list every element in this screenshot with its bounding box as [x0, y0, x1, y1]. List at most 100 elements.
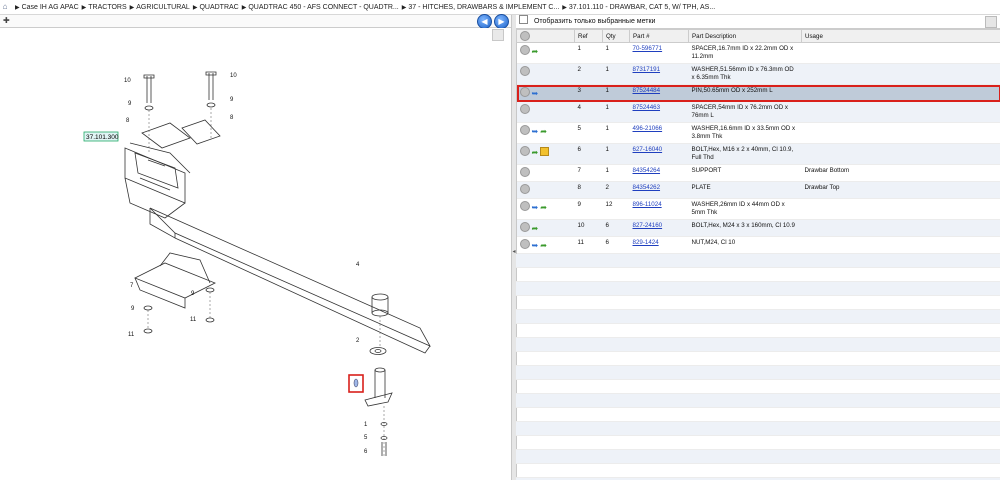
add-to-cart-icon[interactable]	[520, 201, 530, 211]
part-number-link[interactable]: 70-596771	[633, 45, 663, 52]
add-to-cart-icon[interactable]	[520, 125, 530, 135]
column-header-usage[interactable]: Usage	[802, 30, 1000, 43]
part-number-link[interactable]: 87317191	[633, 66, 661, 73]
diagram-ref[interactable]: 9	[191, 291, 195, 297]
table-row[interactable]: ➥➦51496-21066WASHER,16.6mm ID x 33.5mm O…	[517, 123, 1000, 144]
diagram-ref[interactable]: 8	[230, 115, 234, 121]
part-number-cell: 829-1424	[630, 237, 689, 254]
usage-cell: Drawbar Top	[802, 182, 1000, 199]
column-header-qty[interactable]: Qty	[603, 30, 630, 43]
column-header-part[interactable]: Part #	[630, 30, 689, 43]
table-row[interactable]: ➦106827-24160BOLT,Hex, M24 x 3 x 160mm, …	[517, 220, 1000, 237]
substitute-arrow-icon[interactable]: ➦	[540, 128, 547, 136]
list-menu-button[interactable]	[985, 16, 997, 28]
part-number-link[interactable]: 84354264	[633, 167, 661, 174]
substitute-arrow-icon[interactable]: ➦	[532, 225, 539, 233]
diagram-ref[interactable]: 9	[131, 306, 135, 312]
table-row[interactable]: 4187524463SPACER,54mm ID x 76.2mm OD x 7…	[517, 102, 1000, 123]
add-to-cart-icon[interactable]	[520, 167, 530, 177]
info-arrow-icon[interactable]: ➥	[532, 90, 539, 98]
table-row[interactable]: ➥3187524484PIN,50.65mm OD x 252mm L	[517, 85, 1000, 102]
row-icons: ➥➦	[517, 237, 575, 254]
add-to-cart-icon[interactable]	[520, 104, 530, 114]
show-selected-label: Отобразить только выбранные метки	[534, 18, 655, 25]
diagram-ref[interactable]: 11	[128, 332, 135, 338]
add-to-cart-icon[interactable]	[520, 45, 530, 55]
part-number-link[interactable]: 84354262	[633, 184, 661, 191]
info-arrow-icon[interactable]: ➥	[532, 204, 539, 212]
forward-arrow-icon[interactable]: ▶	[494, 14, 509, 29]
substitute-arrow-icon[interactable]: ➦	[540, 242, 547, 250]
parts-table: Ref Qty Part # Part Description Usage ➦1…	[516, 29, 1000, 254]
diagram-ref[interactable]: 1	[364, 422, 368, 428]
diagram-ref[interactable]: 10	[230, 73, 237, 79]
diagram-ref[interactable]: 4	[356, 262, 360, 268]
breadcrumb-item[interactable]: 37.101.110 - DRAWBAR, CAT 5, W/ TPH, AS.…	[569, 4, 715, 11]
breadcrumb-item[interactable]: Case IH AG APAC	[22, 4, 79, 11]
qty-cell: 2	[603, 182, 630, 199]
part-number-link[interactable]: 827-24160	[633, 222, 663, 229]
breadcrumb-separator-icon: ▶	[15, 5, 20, 11]
diagram-ref[interactable]: 7	[130, 283, 134, 289]
description-cell: BOLT,Hex, M24 x 3 x 160mm, Cl 10.9	[689, 220, 802, 237]
info-arrow-icon[interactable]: ➥	[532, 242, 539, 250]
select-all-icon[interactable]	[520, 31, 530, 41]
diagram-ref[interactable]: 8	[126, 118, 130, 124]
diagram-ref[interactable]: 6	[364, 449, 368, 455]
part-number-link[interactable]: 627-16040	[633, 146, 663, 153]
part-number-link[interactable]: 87524484	[633, 87, 661, 94]
expand-icon[interactable]: ✚	[3, 16, 12, 25]
part-number-cell: 827-24160	[630, 220, 689, 237]
column-header-ref[interactable]: Ref	[575, 30, 603, 43]
table-row[interactable]: 2187317191WASHER,51.56mm ID x 76.3mm OD …	[517, 64, 1000, 85]
note-icon[interactable]	[540, 147, 549, 156]
description-cell: NUT,M24, Cl 10	[689, 237, 802, 254]
column-header-icons[interactable]	[517, 30, 575, 43]
part-number-cell: 84354264	[630, 165, 689, 182]
show-selected-checkbox[interactable]	[519, 15, 528, 24]
column-header-description[interactable]: Part Description	[689, 30, 802, 43]
part-number-link[interactable]: 896-11024	[633, 201, 662, 208]
breadcrumb-item[interactable]: 37 - HITCHES, DRAWBARS & IMPLEMENT C...	[408, 4, 559, 11]
diagram-ref[interactable]: 11	[190, 317, 197, 323]
breadcrumb-item[interactable]: QUADTRAC 450 - AFS CONNECT - QUADTR...	[248, 4, 398, 11]
part-number-link[interactable]: 496-21066	[633, 125, 663, 132]
add-to-cart-icon[interactable]	[520, 184, 530, 194]
substitute-arrow-icon[interactable]: ➦	[540, 204, 547, 212]
table-row[interactable]: 7184354264SUPPORTDrawbar Bottom	[517, 165, 1000, 182]
row-icons: ➥➦	[517, 199, 575, 220]
table-row[interactable]: 8284354262PLATEDrawbar Top	[517, 182, 1000, 199]
substitute-arrow-icon[interactable]: ➦	[532, 48, 539, 56]
add-to-cart-icon[interactable]	[520, 146, 530, 156]
back-arrow-icon[interactable]: ◀	[477, 14, 492, 29]
breadcrumb-item[interactable]: AGRICULTURAL	[136, 4, 190, 11]
home-icon[interactable]: ⌂	[0, 0, 10, 14]
breadcrumb-item[interactable]: TRACTORS	[88, 4, 126, 11]
breadcrumb-item[interactable]: QUADTRAC	[199, 4, 238, 11]
empty-row	[516, 254, 1000, 268]
diagram-ref[interactable]: 9	[230, 97, 234, 103]
table-row[interactable]: ➥➦116829-1424NUT,M24, Cl 10	[517, 237, 1000, 254]
add-to-cart-icon[interactable]	[520, 66, 530, 76]
diagram-ref[interactable]: 9	[128, 101, 132, 107]
add-to-cart-icon[interactable]	[520, 239, 530, 249]
empty-row	[516, 324, 1000, 338]
ref-cell: 5	[575, 123, 603, 144]
table-row[interactable]: ➦1170-596771SPACER,16.7mm ID x 22.2mm OD…	[517, 43, 1000, 64]
substitute-arrow-icon[interactable]: ➦	[532, 149, 539, 157]
diagram-ref[interactable]: 10	[124, 78, 131, 84]
part-number-link[interactable]: 87524463	[633, 104, 661, 111]
add-to-cart-icon[interactable]	[520, 222, 530, 232]
table-row[interactable]: ➦61627-16040BOLT,Hex, M16 x 2 x 40mm, Cl…	[517, 144, 1000, 165]
part-number-link[interactable]: 829-1424	[633, 239, 659, 246]
empty-row	[516, 380, 1000, 394]
ref-cell: 4	[575, 102, 603, 123]
info-arrow-icon[interactable]: ➥	[532, 128, 539, 136]
diagram-ref[interactable]: 2	[356, 338, 360, 344]
diagram-ref[interactable]: 5	[364, 435, 368, 441]
table-row[interactable]: ➥➦912896-11024WASHER,26mm ID x 44mm OD x…	[517, 199, 1000, 220]
empty-row	[516, 310, 1000, 324]
breadcrumb-separator-icon: ▶	[562, 5, 567, 11]
add-to-cart-icon[interactable]	[520, 87, 530, 97]
diagram-menu-button[interactable]	[492, 29, 504, 41]
